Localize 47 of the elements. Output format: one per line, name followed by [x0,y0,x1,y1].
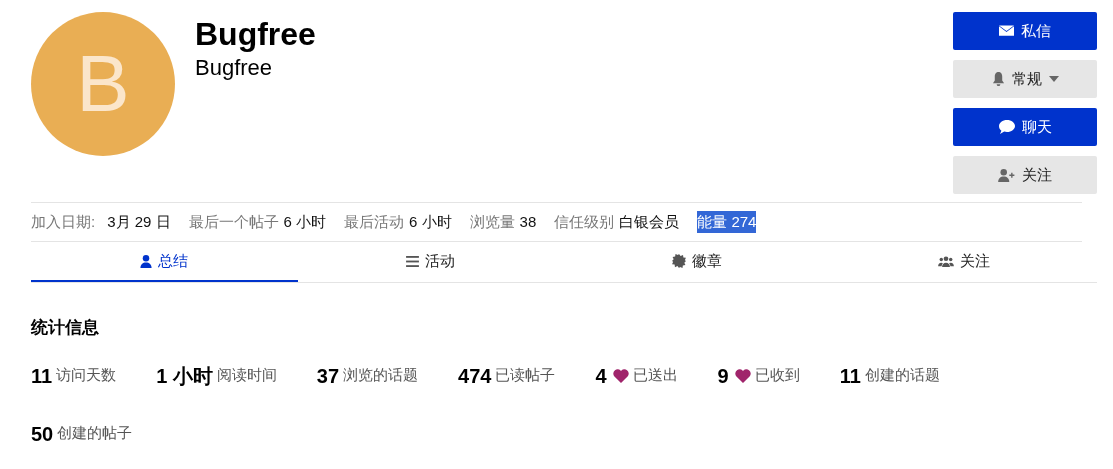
stat-value: 9 [717,363,729,389]
meta-value: 白银会员 [619,211,680,232]
tab[interactable]: 徽章 [564,242,831,282]
user-icon [140,254,153,268]
meta-value: 3月 29 日 [107,211,171,232]
badge-icon [672,254,687,268]
stat-value: 50 [31,421,54,447]
list-icon [406,255,420,267]
stat-value: 37 [316,363,340,389]
stat-label: 访问天数 [56,365,117,386]
meta-label: 浏览量 [469,211,515,232]
section-title: 统计信息 [31,317,100,339]
tab[interactable]: 总结 [31,242,298,282]
envelope-icon [999,25,1014,37]
stat-label: 阅读时间 [216,365,277,386]
meta-value: 6 小时 [283,211,327,232]
stat-value: 11 [839,363,861,389]
tab[interactable]: 活动 [297,242,564,282]
meta-label: 加入日期: [31,211,96,232]
avatar: B [31,12,175,156]
stat-label: 已收到 [754,365,800,386]
bell-icon [991,71,1005,87]
meta-label: 信任级别 [554,211,615,232]
stat-value: 11 [31,363,53,389]
speech-bubble-icon [998,120,1015,134]
meta-value: 38 [519,211,537,232]
user-plus-icon [998,168,1015,182]
action-button[interactable]: 常规 [953,60,1097,98]
meta-text: 能量 274 [697,210,757,234]
stat-label: 创建的话题 [864,365,940,386]
meta-label: 最后一个帖子 [188,211,279,232]
stat-value: 1 小时 [156,363,213,389]
stat-label: 已读帖子 [495,365,556,386]
users-icon [937,255,954,267]
username: Bugfree [195,54,274,82]
stat-value: 4 [595,363,607,389]
action-button[interactable]: 聊天 [953,108,1097,146]
user-name: Bugfree [195,15,317,54]
stat-label: 创建的帖子 [57,423,133,444]
action-button[interactable]: 私信 [953,12,1097,50]
action-button[interactable]: 关注 [953,156,1097,194]
meta-value: 6 小时 [409,211,452,232]
stat-label: 浏览的话题 [343,365,419,386]
tab[interactable]: 关注 [830,242,1097,282]
stat-label: 已送出 [632,365,678,386]
meta-label: 最后活动 [344,211,405,232]
stat-value: 474 [458,363,492,389]
